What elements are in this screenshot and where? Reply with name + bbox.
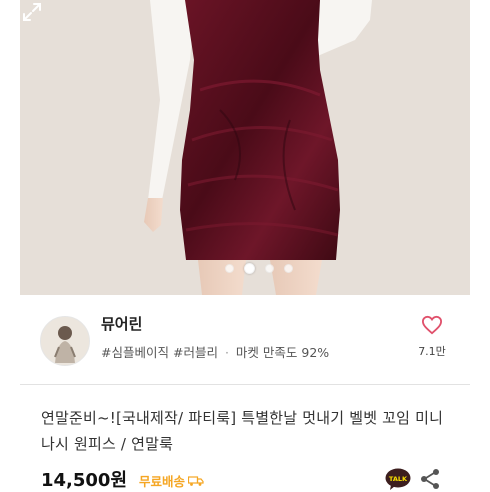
shop-tag[interactable]: #러블리 (173, 345, 218, 360)
like-button[interactable]: 7.1만 (414, 315, 450, 359)
satisfaction-value: 92% (301, 345, 330, 360)
share-icon[interactable] (419, 468, 441, 490)
product-title: 연말준비~![국내제작/ 파티룩] 특별한날 멋내기 벨벳 꼬임 미니 나시 원… (41, 409, 444, 453)
expand-icon[interactable] (20, 0, 44, 24)
truck-icon (188, 475, 204, 486)
shipping-badge: 무료배송 (139, 471, 204, 490)
carousel-indicator (225, 262, 293, 274)
divider (20, 384, 470, 385)
carousel-dot[interactable] (225, 263, 234, 273)
product-price: 14,500원 (41, 470, 128, 491)
like-count: 7.1만 (418, 345, 446, 358)
kakao-talk-icon[interactable]: TALK (385, 468, 411, 490)
carousel-dot[interactable] (284, 263, 293, 273)
satisfaction-label: 마켓 만족도 (235, 345, 298, 360)
shop-meta: #심플베이직 #러블리 · 마켓 만족도 92% (101, 342, 329, 361)
meta-separator: · (224, 345, 229, 360)
shop-tag[interactable]: #심플베이직 (101, 345, 169, 360)
talk-label: TALK (389, 475, 408, 483)
shop-name[interactable]: 뮤어린 (101, 313, 142, 334)
shop-info[interactable]: 뮤어린 #심플베이직 #러블리 · 마켓 만족도 92% 7.1만 (20, 295, 470, 375)
heart-icon (421, 315, 443, 335)
shop-avatar[interactable] (40, 316, 90, 366)
product-image[interactable] (20, 0, 470, 295)
carousel-dot[interactable] (265, 263, 274, 273)
product-photo-illustration (20, 0, 470, 295)
carousel-dot-active[interactable] (244, 262, 255, 274)
free-shipping-label: 무료배송 (139, 474, 186, 489)
